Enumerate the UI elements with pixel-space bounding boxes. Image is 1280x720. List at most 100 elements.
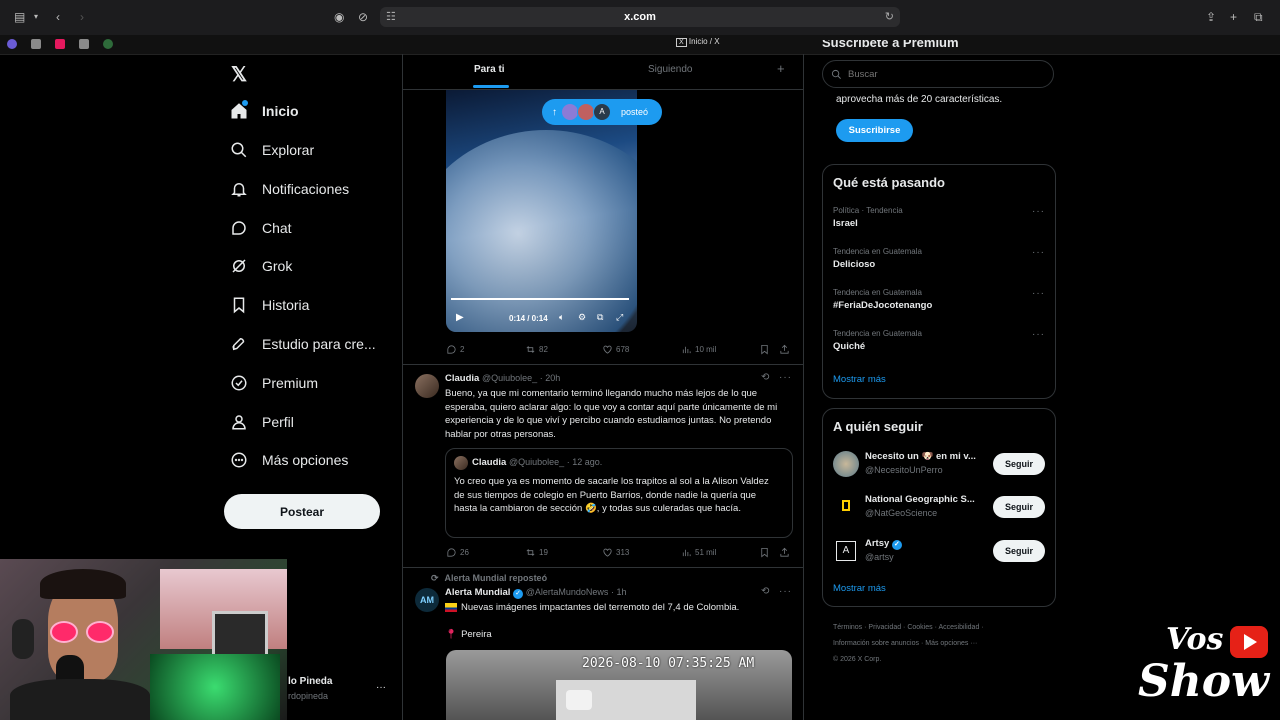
nav-profile[interactable]: Perfil (230, 405, 294, 439)
browser-toolbar: ▤ ▾ ‹ › ◉ ⊘ ☷ x.com ↻ ⇪ + ⧉ (0, 0, 1280, 35)
grok-icon[interactable]: ⟲ (761, 372, 769, 383)
follow-suggestion[interactable]: Necesito un 🐶 en mi v... @NecesitoUnPerr… (833, 449, 1045, 479)
pip-icon[interactable]: ⧉ (597, 312, 603, 323)
follow-suggestion[interactable]: National Geographic S... @NatGeoScience … (833, 492, 1045, 522)
favicon-4[interactable] (79, 39, 89, 49)
nav-more[interactable]: Más opciones (230, 443, 348, 477)
repost-button[interactable]: 82 (525, 344, 548, 355)
active-tab[interactable]: X Inicio / X (676, 37, 720, 47)
forward-icon[interactable]: › (80, 10, 84, 24)
tweet-time[interactable]: · 1h (611, 587, 627, 597)
footer-link-more[interactable]: Más opciones ··· (925, 640, 977, 647)
account-menu-icon[interactable]: ··· (376, 682, 386, 693)
trend-item[interactable]: Tendencia en Guatemala Quiché ··· (833, 329, 1045, 352)
tweet-video[interactable]: ▶ 0:14 / 0:14 🔈︎ ⚙︎ ⧉ ⤢ (446, 90, 637, 332)
play-icon[interactable]: ▶ (456, 312, 464, 323)
favicon-2[interactable] (31, 39, 41, 49)
reload-icon[interactable]: ↻ (885, 7, 894, 27)
author-handle[interactable]: @Quiubolee_ (482, 373, 537, 383)
share-button[interactable] (779, 547, 790, 558)
footer-link-cookies[interactable]: Cookies (907, 624, 932, 631)
tweet-menu-icon[interactable]: ··· (779, 372, 792, 383)
extension-icon[interactable]: ◉ (334, 10, 344, 24)
footer-link-accessibility[interactable]: Accesibilidad (938, 624, 979, 631)
trend-item[interactable]: Tendencia en Guatemala Delicioso ··· (833, 247, 1045, 270)
avatar[interactable] (415, 374, 439, 398)
post-button[interactable]: Postear (224, 494, 380, 529)
reply-button[interactable]: 2 (446, 344, 464, 355)
like-button[interactable]: 313 (602, 547, 629, 558)
nav-premium[interactable]: Premium (230, 366, 318, 400)
reply-button[interactable]: 26 (446, 547, 469, 558)
repost-context[interactable]: ⟳ Alerta Mundial reposteó (431, 573, 547, 584)
sidebar-toggle-icon[interactable]: ▤ (14, 10, 25, 24)
tab-following[interactable]: Siguiendo (648, 64, 692, 75)
volume-icon[interactable]: 🔈︎ (559, 312, 564, 323)
nav-notifications[interactable]: Notificaciones (230, 172, 349, 206)
chevron-down-icon[interactable]: ▾ (34, 12, 38, 21)
trend-item[interactable]: Política · Tendencia Israel ··· (833, 206, 1045, 229)
footer-link-privacy[interactable]: Privacidad (868, 624, 901, 631)
back-icon[interactable]: ‹ (56, 10, 60, 24)
avatar[interactable]: AM (415, 588, 439, 612)
nav-chat[interactable]: Chat (230, 211, 292, 245)
trend-menu-icon[interactable]: ··· (1032, 206, 1045, 217)
nav-home[interactable]: Inicio (230, 94, 299, 128)
video-progress-track[interactable] (451, 298, 629, 300)
x-logo-icon[interactable]: 𝕏 (231, 62, 247, 87)
follow-button[interactable]: Seguir (993, 453, 1045, 475)
fullscreen-icon[interactable]: ⤢ (616, 312, 623, 323)
views-button[interactable]: 51 mil (681, 547, 716, 558)
like-button[interactable]: 678 (602, 344, 629, 355)
footer-link-terms[interactable]: Términos (833, 624, 862, 631)
trends-show-more[interactable]: Mostrar más (833, 374, 886, 385)
trend-item[interactable]: Tendencia en Guatemala #FeriaDeJocotenan… (833, 288, 1045, 311)
address-bar[interactable]: ☷ x.com ↻ (380, 7, 900, 27)
views-count: 10 mil (695, 345, 717, 354)
tweet-time[interactable]: · 20h (540, 373, 561, 383)
favicon-5[interactable] (103, 39, 113, 49)
trend-menu-icon[interactable]: ··· (1032, 288, 1045, 299)
footer-link-ads[interactable]: Información sobre anuncios (833, 640, 919, 647)
verified-badge-icon: ✓ (891, 540, 902, 550)
follow-button[interactable]: Seguir (993, 540, 1045, 562)
add-tab-icon[interactable]: + (777, 61, 785, 76)
bookmark-button[interactable] (759, 547, 770, 558)
reply-count: 26 (460, 548, 469, 557)
bookmark-button[interactable] (759, 344, 770, 355)
search-input[interactable] (846, 67, 1030, 81)
author-name[interactable]: Alerta Mundial (445, 587, 510, 598)
views-button[interactable]: 10 mil (681, 344, 716, 355)
repost-button[interactable]: 19 (525, 547, 548, 558)
nav-grok[interactable]: Grok (230, 249, 292, 283)
nav-creator-studio[interactable]: Estudio para cre... (230, 327, 376, 361)
quoted-tweet[interactable]: Claudia @Quiubolee_ · 12 ago. Yo creo qu… (445, 448, 793, 538)
author-name[interactable]: Claudia (445, 373, 479, 384)
nav-bookmarks[interactable]: Historia (230, 288, 309, 322)
repost-icon (526, 549, 535, 556)
privacy-icon[interactable]: ⊘ (358, 10, 368, 24)
settings-gear-icon[interactable]: ⚙︎ (578, 312, 586, 323)
tweet-menu-icon[interactable]: ··· (779, 586, 792, 597)
follow-show-more[interactable]: Mostrar más (833, 583, 886, 594)
trend-menu-icon[interactable]: ··· (1032, 247, 1045, 258)
author-handle[interactable]: @AlertaMundoNews (526, 587, 609, 597)
subscribe-button[interactable]: Suscribirse (836, 119, 913, 142)
follow-suggestion[interactable]: A Artsy ✓ @artsy Seguir (833, 536, 1045, 566)
tab-for-you[interactable]: Para ti (474, 64, 505, 75)
page-settings-icon[interactable]: ☷ (386, 7, 396, 27)
repost-context-label: Alerta Mundial reposteó (444, 573, 548, 583)
share-icon[interactable]: ⇪ (1206, 10, 1216, 24)
tab-overview-icon[interactable]: ⧉ (1254, 10, 1263, 25)
new-tab-icon[interactable]: + (1230, 10, 1237, 24)
new-posts-pill[interactable]: ↑ A posteó (542, 99, 662, 125)
favicon-3[interactable] (55, 39, 65, 49)
nav-explore[interactable]: Explorar (230, 133, 314, 167)
trend-menu-icon[interactable]: ··· (1032, 329, 1045, 340)
share-button[interactable] (779, 344, 790, 355)
search-box[interactable] (822, 60, 1054, 88)
grok-icon[interactable]: ⟲ (761, 586, 769, 597)
follow-button[interactable]: Seguir (993, 496, 1045, 518)
favicon-1[interactable] (7, 39, 17, 49)
tweet-video[interactable]: 2026-08-10 07:35:25 AM (446, 650, 792, 720)
